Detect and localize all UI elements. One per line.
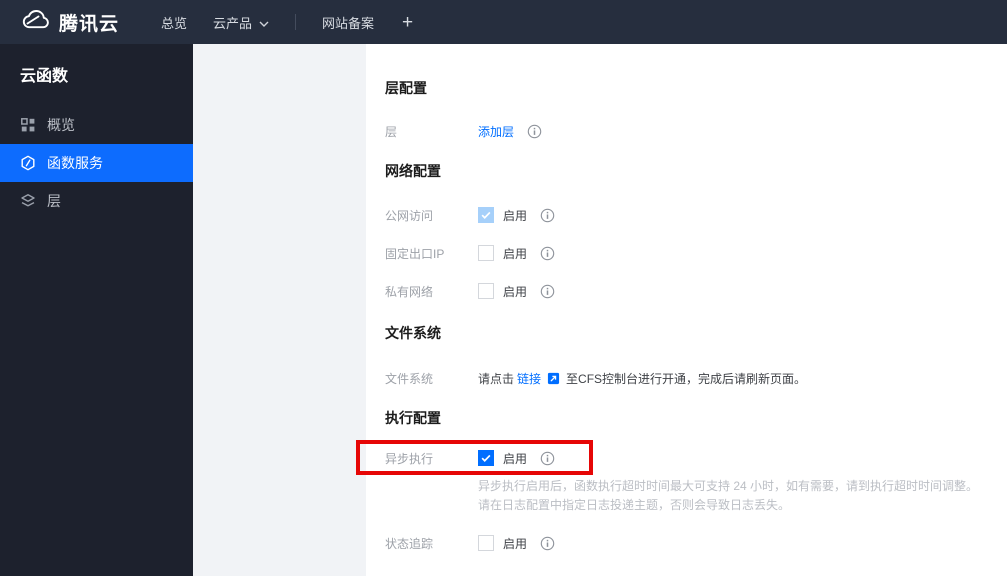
content-gutter — [193, 44, 366, 576]
filesystem-row: 文件系统 请点击 链接 至CFS控制台进行开通，完成后请刷新页面。 — [385, 368, 806, 388]
function-icon — [20, 155, 36, 171]
brand-name: 腾讯云 — [59, 13, 120, 35]
vpc-row: 私有网络 启用 — [385, 281, 555, 301]
fixed-ip-row: 固定出口IP 启用 — [385, 243, 555, 263]
add-layer-link[interactable]: 添加层 — [478, 123, 514, 140]
nav-icp-filing[interactable]: 网站备案 — [322, 13, 374, 32]
info-icon[interactable] — [540, 536, 555, 551]
external-link-icon[interactable] — [547, 372, 560, 385]
section-heading-filesystem: 文件系统 — [385, 325, 441, 341]
sidebar: 云函数 概览 函数服务 层 — [0, 44, 193, 576]
public-network-checkbox — [478, 207, 494, 223]
sidebar-item-function-service[interactable]: 函数服务 — [0, 144, 193, 182]
vpc-checkbox[interactable] — [478, 283, 494, 299]
sidebar-item-label: 概览 — [47, 117, 75, 133]
filesystem-label: 文件系统 — [385, 371, 434, 386]
section-heading-layer-config: 层配置 — [385, 80, 427, 96]
add-tab-button[interactable]: + — [402, 13, 413, 32]
layer-row: 层 添加层 — [385, 121, 542, 141]
status-trace-label: 状态追踪 — [385, 536, 434, 551]
async-description-line2: 请在日志配置中指定日志投递主题，否则会导致日志丢失。 — [478, 498, 791, 512]
status-trace-row: 状态追踪 启用 — [385, 533, 555, 553]
async-description-line1: 异步执行启用后，函数执行超时时间最大可支持 24 小时，如有需要，请到执行超时时… — [478, 479, 979, 493]
filesystem-text-before: 请点击 — [478, 371, 515, 386]
topbar-divider — [295, 14, 297, 30]
settings-panel: 层配置 层 添加层 网络配置 公网访问 启用 固定出口IP 启用 私有网络 启用… — [366, 44, 1007, 576]
sidebar-item-layers[interactable]: 层 — [0, 182, 193, 220]
enable-label: 启用 — [503, 536, 528, 551]
async-execution-label: 异步执行 — [385, 451, 434, 466]
sidebar-item-label: 函数服务 — [47, 155, 103, 171]
async-execution-checkbox[interactable] — [478, 450, 494, 466]
enable-label: 启用 — [503, 246, 528, 261]
sidebar-title: 云函数 — [20, 68, 69, 85]
fixed-ip-label: 固定出口IP — [385, 246, 445, 261]
nav-overview[interactable]: 总览 — [161, 13, 187, 32]
info-icon[interactable] — [540, 284, 555, 299]
public-network-row: 公网访问 启用 — [385, 205, 555, 225]
enable-label: 启用 — [503, 284, 528, 299]
filesystem-text-after: 至CFS控制台进行开通，完成后请刷新页面。 — [566, 371, 807, 386]
info-icon[interactable] — [527, 124, 542, 139]
info-icon[interactable] — [540, 451, 555, 466]
topbar: 腾讯云 总览 云产品 网站备案 + — [0, 0, 1007, 44]
layer-row-label: 层 — [385, 124, 398, 139]
tencent-cloud-logo-icon — [22, 9, 49, 35]
enable-label: 启用 — [503, 451, 528, 466]
public-network-label: 公网访问 — [385, 208, 434, 223]
sidebar-item-overview[interactable]: 概览 — [0, 106, 193, 144]
async-execution-description: 异步执行启用后，函数执行超时时间最大可支持 24 小时，如有需要，请到执行超时时… — [478, 477, 1003, 515]
cfs-console-link[interactable]: 链接 — [517, 370, 541, 387]
chevron-down-icon — [259, 15, 269, 30]
vpc-label: 私有网络 — [385, 284, 434, 299]
nav-cloud-products[interactable]: 云产品 — [213, 13, 269, 32]
page: 腾讯云 总览 云产品 网站备案 + 云函数 概览 函数服务 层 层配置 层 添加… — [0, 0, 1007, 576]
sidebar-item-label: 层 — [47, 193, 61, 209]
brand[interactable]: 腾讯云 — [22, 9, 135, 36]
nav-cloud-products-label: 云产品 — [213, 15, 253, 31]
section-heading-network-config: 网络配置 — [385, 163, 441, 179]
sidebar-menu: 概览 函数服务 层 — [0, 106, 193, 220]
info-icon[interactable] — [540, 208, 555, 223]
status-trace-checkbox[interactable] — [478, 535, 494, 551]
grid-icon — [20, 117, 36, 133]
async-execution-row: 异步执行 启用 — [385, 448, 555, 468]
layers-icon — [20, 193, 36, 209]
section-heading-execution-config: 执行配置 — [385, 410, 441, 426]
enable-label: 启用 — [503, 208, 528, 223]
fixed-ip-checkbox[interactable] — [478, 245, 494, 261]
info-icon[interactable] — [540, 246, 555, 261]
